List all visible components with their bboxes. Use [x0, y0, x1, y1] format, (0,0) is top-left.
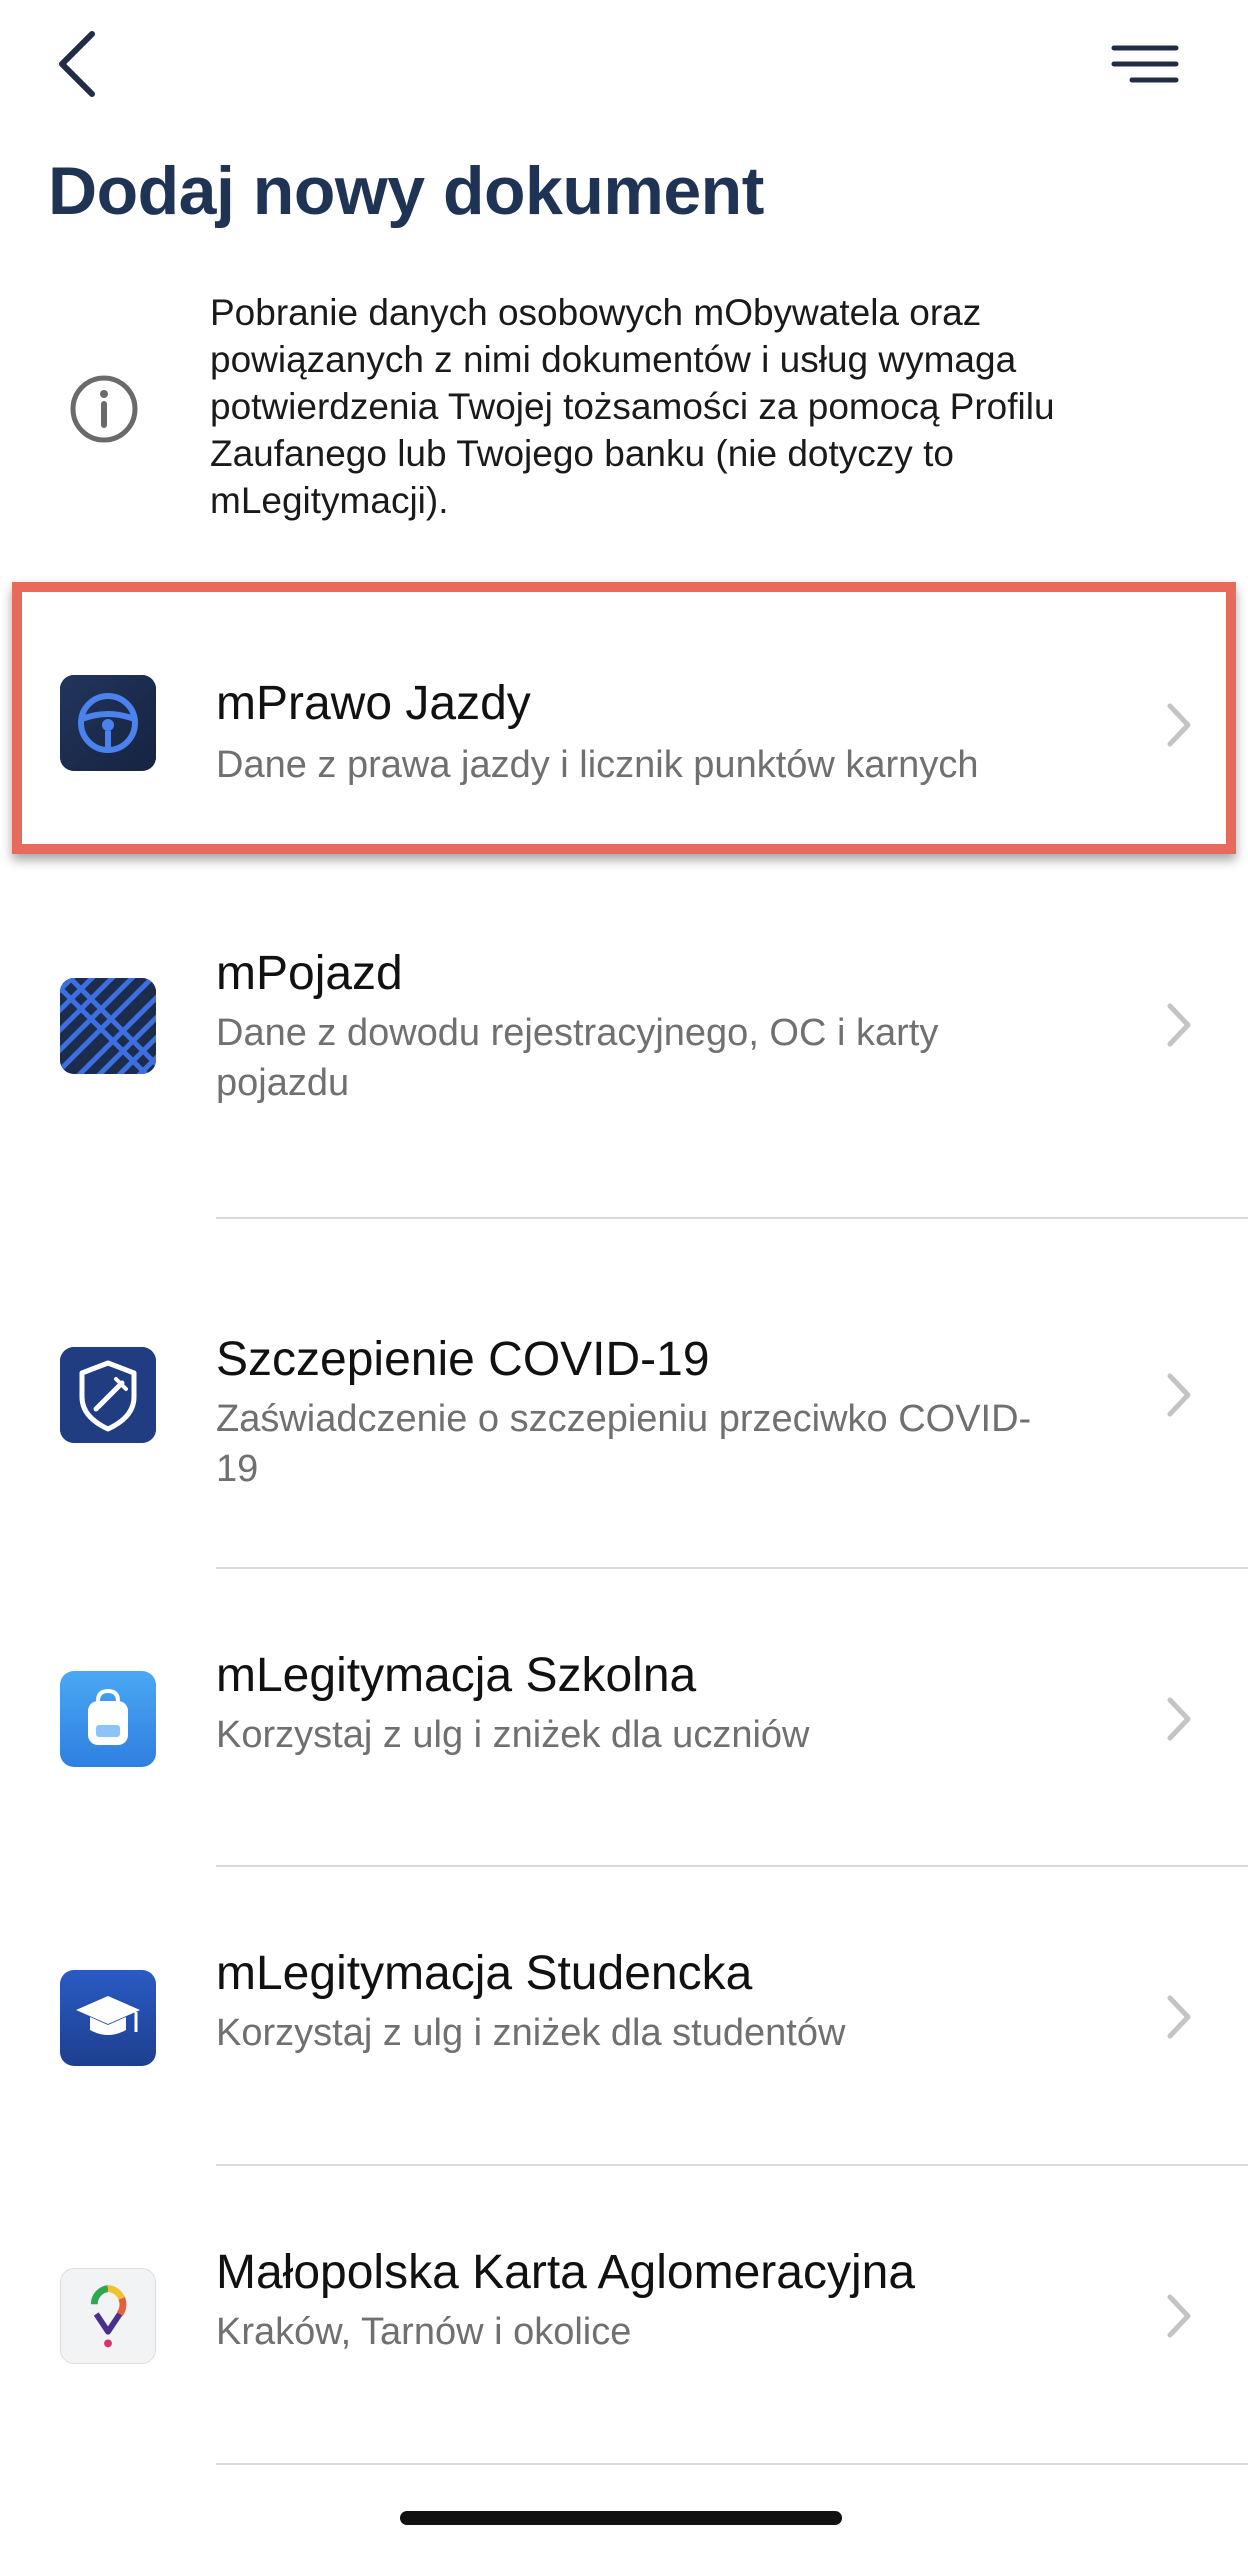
- location-pin-icon: [60, 2268, 156, 2364]
- item-title: mPrawo Jazdy: [216, 677, 531, 730]
- chevron-right-icon: [1167, 1003, 1191, 1047]
- chevron-right-icon: [1167, 1697, 1191, 1741]
- item-title: mLegitymacja Studencka: [216, 1947, 753, 2000]
- top-bar: [0, 0, 1248, 140]
- chevron-right-icon: [1167, 1373, 1191, 1417]
- item-title: mPojazd: [216, 947, 403, 1000]
- steering-wheel-icon: [60, 675, 156, 771]
- hamburger-menu-icon: [1111, 45, 1179, 83]
- item-subtitle: Dane z dowodu rejestracyjnego, OC i kart…: [216, 1012, 939, 1104]
- divider: [216, 2463, 1248, 2465]
- list-item-mpojazd[interactable]: mPojazd Dane z dowodu rejestracyjnego, O…: [0, 880, 1248, 1180]
- page-title: Dodaj nowy dokument: [48, 153, 764, 229]
- menu-button[interactable]: [1100, 34, 1190, 94]
- info-notice: Pobranie danych osobowych mObywatela ora…: [0, 285, 1248, 545]
- list-item-mlegitymacja-studencka[interactable]: mLegitymacja Studencka Korzystaj z ulg i…: [0, 1868, 1248, 2164]
- chevron-right-icon: [1167, 703, 1191, 747]
- item-subtitle: Dane z prawa jazdy i licznik punktów kar…: [216, 744, 979, 786]
- item-subtitle: Korzystaj z ulg i zniżek dla uczniów: [216, 1714, 810, 1756]
- item-title: mLegitymacja Szkolna: [216, 1649, 697, 1702]
- item-subtitle: Korzystaj z ulg i zniżek dla studentów: [216, 2012, 846, 2054]
- divider: [216, 1217, 1248, 1219]
- backpack-icon: [60, 1671, 156, 1767]
- info-text: Pobranie danych osobowych mObywatela ora…: [210, 292, 1055, 521]
- chevron-right-icon: [1167, 2294, 1191, 2338]
- list-item-malopolska-karta[interactable]: Małopolska Karta Aglomeracyjna Kraków, T…: [0, 2167, 1248, 2463]
- info-circle-icon: [70, 375, 138, 443]
- chevron-left-icon: [59, 31, 95, 97]
- divider: [216, 2164, 1248, 2166]
- list-item-szczepienie-covid[interactable]: Szczepienie COVID-19 Zaświadczenie o szc…: [0, 1220, 1248, 1568]
- graduation-cap-icon: [60, 1970, 156, 2066]
- divider: [216, 1567, 1248, 1569]
- tire-tread-icon: [60, 978, 156, 1074]
- shield-syringe-icon: [60, 1347, 156, 1443]
- list-item-mlegitymacja-szkolna[interactable]: mLegitymacja Szkolna Korzystaj z ulg i z…: [0, 1570, 1248, 1865]
- divider: [216, 1865, 1248, 1867]
- chevron-right-icon: [1167, 1995, 1191, 2039]
- item-title: Małopolska Karta Aglomeracyjna: [216, 2246, 916, 2299]
- list-item-mprawo-jazdy[interactable]: mPrawo Jazdy Dane z prawa jazdy i liczni…: [0, 592, 1248, 854]
- back-button[interactable]: [48, 26, 118, 106]
- item-subtitle: Kraków, Tarnów i okolice: [216, 2311, 632, 2353]
- item-title: Szczepienie COVID-19: [216, 1333, 710, 1386]
- home-indicator[interactable]: [400, 2511, 842, 2525]
- item-subtitle: Zaświadczenie o szczepieniu przeciwko CO…: [216, 1398, 1032, 1490]
